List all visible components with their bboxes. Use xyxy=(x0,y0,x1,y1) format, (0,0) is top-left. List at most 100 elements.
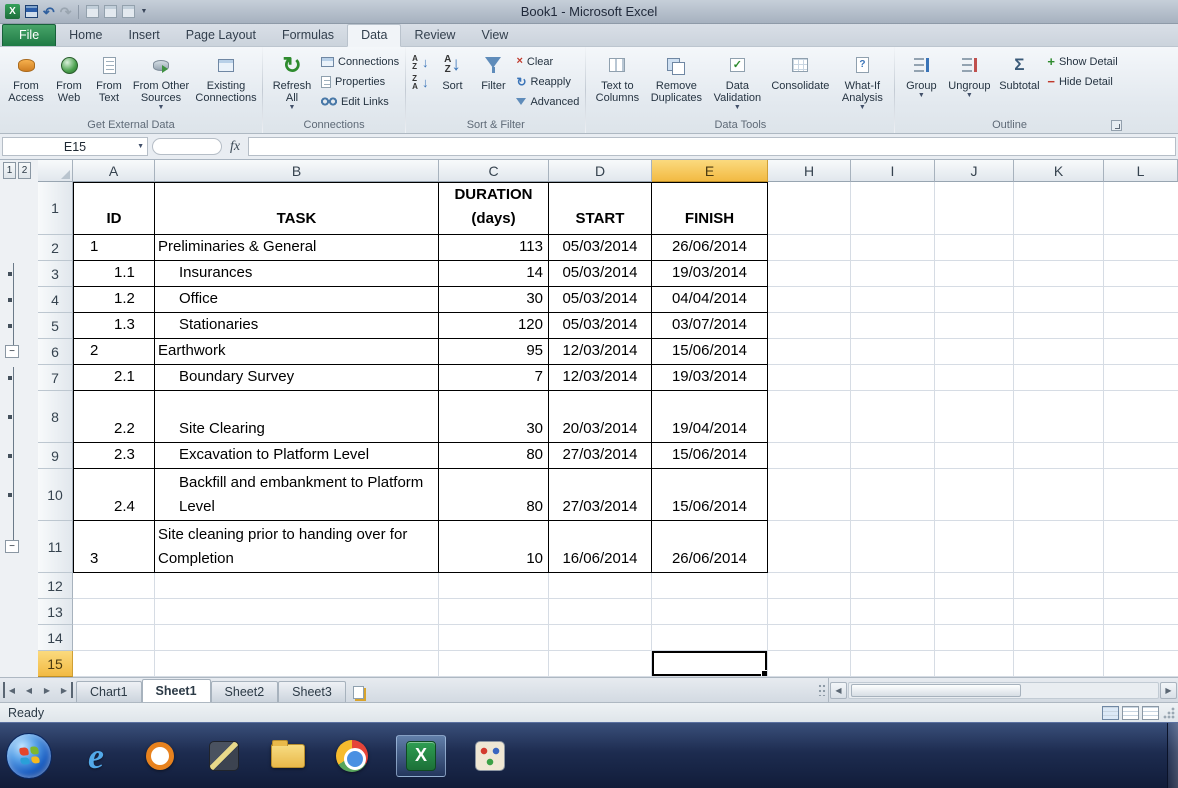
sort-button[interactable]: AZ ↓ Sort xyxy=(431,48,473,114)
hide-detail-button[interactable]: − Hide Detail xyxy=(1044,73,1120,90)
qat-extra-icon-3[interactable] xyxy=(122,5,136,18)
cell-B1[interactable]: TASK xyxy=(155,182,439,235)
empty-cells[interactable] xyxy=(768,261,1178,287)
from-other-sources-button[interactable]: From Other Sources ▼ xyxy=(129,48,193,114)
outline-dialog-launcher[interactable] xyxy=(1110,120,1122,131)
show-detail-button[interactable]: + Show Detail xyxy=(1044,53,1120,70)
outline-level-2-button[interactable]: 2 xyxy=(18,162,31,179)
page-layout-view-button[interactable] xyxy=(1122,705,1139,720)
cell-A2[interactable]: 1 xyxy=(73,235,155,261)
notes-app-taskbar-icon[interactable] xyxy=(204,734,244,778)
save-icon[interactable] xyxy=(25,5,38,18)
cell-A5[interactable]: 1.3 xyxy=(73,313,155,339)
cell-E5[interactable]: 03/07/2014 xyxy=(652,313,768,339)
formula-input[interactable] xyxy=(248,137,1176,156)
redo-icon[interactable]: ↷ xyxy=(60,5,72,19)
cell-E4[interactable]: 04/04/2014 xyxy=(652,287,768,313)
sheet-tab-sheet2[interactable]: Sheet2 xyxy=(210,681,279,702)
cell-C10[interactable]: 80 xyxy=(439,469,549,521)
text-to-columns-button[interactable]: Text to Columns xyxy=(589,48,645,114)
cell-A10[interactable]: 2.4 xyxy=(73,469,155,521)
cell-D6[interactable]: 12/03/2014 xyxy=(549,339,652,365)
sheet-tab-chart1[interactable]: Chart1 xyxy=(76,681,142,702)
excel-app-icon[interactable]: X xyxy=(5,4,20,19)
cell-C9[interactable]: 80 xyxy=(439,443,549,469)
show-desktop-button[interactable] xyxy=(1167,723,1178,788)
cell-E11[interactable]: 26/06/2014 xyxy=(652,521,768,573)
file-explorer-taskbar-icon[interactable] xyxy=(268,734,308,778)
row-header-3[interactable]: 3 xyxy=(38,261,73,287)
column-header-A[interactable]: A xyxy=(73,160,155,182)
cell-B6[interactable]: Earthwork xyxy=(155,339,439,365)
row-header-11[interactable]: 11 xyxy=(38,521,73,573)
empty-cells[interactable] xyxy=(768,651,1178,677)
cell-B2[interactable]: Preliminaries & General xyxy=(155,235,439,261)
clear-button[interactable]: × Clear xyxy=(513,53,582,70)
cell-A1[interactable]: ID xyxy=(73,182,155,235)
insert-function-button[interactable]: fx xyxy=(226,139,244,155)
select-all-corner[interactable] xyxy=(38,160,73,182)
cell-E3[interactable]: 19/03/2014 xyxy=(652,261,768,287)
tab-data[interactable]: Data xyxy=(347,24,402,47)
column-header-E[interactable]: E xyxy=(652,160,768,182)
cell-D3[interactable]: 05/03/2014 xyxy=(549,261,652,287)
collapse-group-2-button[interactable]: − xyxy=(5,540,19,553)
empty-cells[interactable] xyxy=(73,651,652,677)
cell-E7[interactable]: 19/03/2014 xyxy=(652,365,768,391)
empty-cells[interactable] xyxy=(768,235,1178,261)
cell-C2[interactable]: 113 xyxy=(439,235,549,261)
cell-C11[interactable]: 10 xyxy=(439,521,549,573)
empty-cells[interactable] xyxy=(768,521,1178,573)
sheet-tab-sheet3[interactable]: Sheet3 xyxy=(278,681,346,702)
data-validation-button[interactable]: ✓ Data Validation ▼ xyxy=(707,48,767,114)
cell-D8[interactable]: 20/03/2014 xyxy=(549,391,652,443)
collapse-group-1-button[interactable]: − xyxy=(5,345,19,358)
empty-cells[interactable] xyxy=(768,599,1178,625)
cell-E9[interactable]: 15/06/2014 xyxy=(652,443,768,469)
cell-A3[interactable]: 1.1 xyxy=(73,261,155,287)
tab-split-handle[interactable] xyxy=(818,684,826,696)
cell-C4[interactable]: 30 xyxy=(439,287,549,313)
tab-insert[interactable]: Insert xyxy=(116,25,173,46)
advanced-button[interactable]: Advanced xyxy=(513,93,582,110)
column-header-C[interactable]: C xyxy=(439,160,549,182)
empty-cells[interactable] xyxy=(768,625,1178,651)
paint-taskbar-icon[interactable] xyxy=(470,734,510,778)
cell-D10[interactable]: 27/03/2014 xyxy=(549,469,652,521)
chrome-taskbar-icon[interactable] xyxy=(332,734,372,778)
excel-taskbar-button-active[interactable]: X xyxy=(396,734,446,777)
from-text-button[interactable]: From Text xyxy=(89,48,129,114)
insert-worksheet-button[interactable] xyxy=(346,682,372,702)
empty-cells[interactable] xyxy=(73,599,768,625)
cell-B5[interactable]: Stationaries xyxy=(155,313,439,339)
row-header-9[interactable]: 9 xyxy=(38,443,73,469)
cell-A6[interactable]: 2 xyxy=(73,339,155,365)
sort-descending-button[interactable]: ZA ↓ xyxy=(409,74,431,91)
cell-D7[interactable]: 12/03/2014 xyxy=(549,365,652,391)
previous-sheet-button[interactable]: ◀ xyxy=(21,682,37,698)
scrollbar-thumb[interactable] xyxy=(851,683,1021,697)
tab-file[interactable]: File xyxy=(2,24,57,46)
subtotal-button[interactable]: Σ Subtotal xyxy=(994,48,1044,114)
cell-C8[interactable]: 30 xyxy=(439,391,549,443)
column-header-J[interactable]: J xyxy=(935,160,1014,182)
cell-A9[interactable]: 2.3 xyxy=(73,443,155,469)
next-sheet-button[interactable]: ▶ xyxy=(39,682,55,698)
empty-cells[interactable] xyxy=(768,365,1178,391)
cell-C1[interactable]: DURATION (days) xyxy=(439,182,549,235)
from-web-button[interactable]: From Web xyxy=(49,48,89,114)
from-access-button[interactable]: From Access xyxy=(3,48,49,114)
cell-D9[interactable]: 27/03/2014 xyxy=(549,443,652,469)
empty-cells[interactable] xyxy=(768,287,1178,313)
media-player-taskbar-icon[interactable] xyxy=(140,734,180,778)
what-if-analysis-button[interactable]: ? What-If Analysis ▼ xyxy=(833,48,891,114)
empty-cells[interactable] xyxy=(768,391,1178,443)
filter-button[interactable]: Filter xyxy=(473,48,513,114)
column-header-D[interactable]: D xyxy=(549,160,652,182)
cell-E1[interactable]: FINISH xyxy=(652,182,768,235)
cell-A7[interactable]: 2.1 xyxy=(73,365,155,391)
cell-E2[interactable]: 26/06/2014 xyxy=(652,235,768,261)
edit-links-button[interactable]: Edit Links xyxy=(318,93,402,110)
connections-button[interactable]: Connections xyxy=(318,53,402,70)
cell-C6[interactable]: 95 xyxy=(439,339,549,365)
